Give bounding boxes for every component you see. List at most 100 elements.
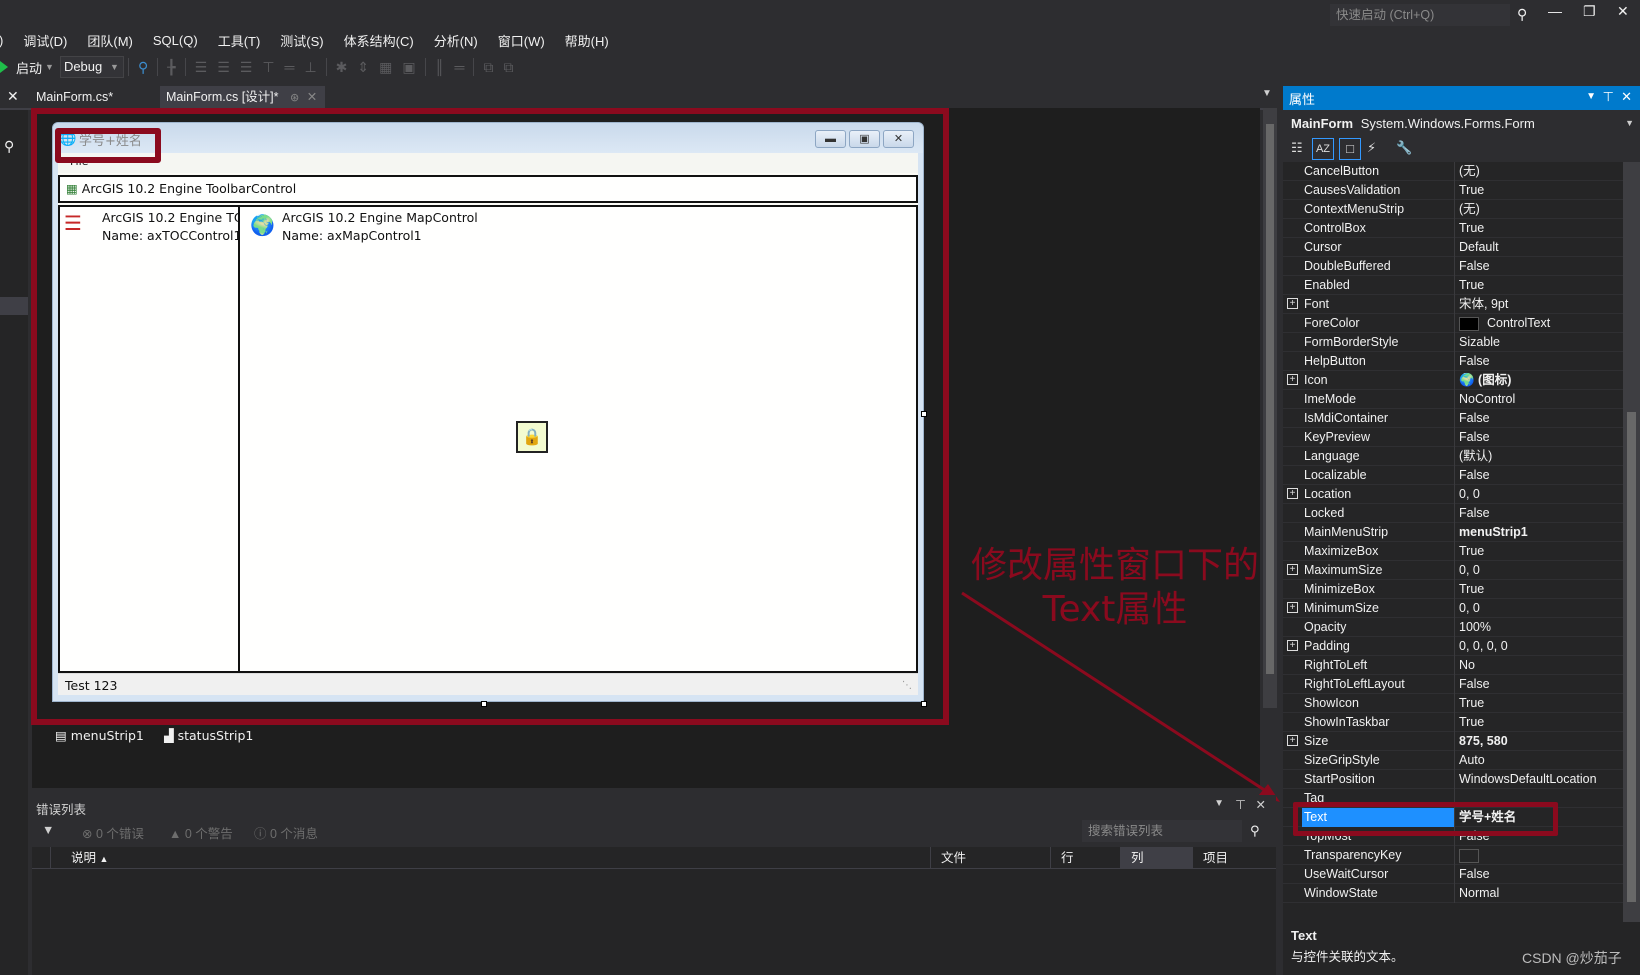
find-icon[interactable]: ⚲ [138,59,148,76]
property-value[interactable]: No [1457,656,1475,675]
size-to-grid-icon[interactable]: ▣ [402,59,415,76]
center-horizontally-icon[interactable]: ║ [435,59,445,75]
property-row-imemode[interactable]: ImeMode NoControl [1283,390,1623,409]
property-row-formborderstyle[interactable]: FormBorderStyle Sizable [1283,333,1623,352]
search-icon[interactable]: ⚲ [4,138,14,155]
property-row-ismdicontainer[interactable]: IsMdiContainer False [1283,409,1623,428]
menu-item[interactable]: 调试(D) [23,31,67,50]
property-value[interactable]: True [1457,713,1484,732]
error-search-input[interactable]: 搜索错误列表 [1082,820,1242,842]
column-file[interactable]: 文件 [930,847,1050,869]
property-value[interactable]: True [1457,542,1484,561]
panel-menu-icon[interactable]: ▼ [1586,91,1596,102]
align-middles-icon[interactable]: ═ [285,59,295,75]
property-value[interactable]: False [1457,409,1490,428]
property-row-showicon[interactable]: ShowIcon True [1283,694,1623,713]
menu-item[interactable]: (B) [0,33,3,48]
property-row-contextmenustrip[interactable]: ContextMenuStrip (无) [1283,200,1623,219]
property-value[interactable]: False [1457,865,1490,884]
expand-icon[interactable]: + [1287,374,1298,385]
property-row-forecolor[interactable]: ForeColor ControlText [1283,314,1623,333]
property-value[interactable] [1457,846,1487,865]
property-value[interactable]: False [1457,466,1490,485]
quick-launch-input[interactable]: 快速启动 (Ctrl+Q) [1330,4,1510,26]
property-value[interactable]: True [1457,276,1484,295]
property-value[interactable]: ControlText [1457,314,1550,333]
property-value[interactable]: WindowsDefaultLocation [1457,770,1597,789]
property-value[interactable]: False [1457,428,1490,447]
property-value[interactable]: False [1457,504,1490,523]
menu-item[interactable]: 分析(N) [434,31,478,50]
property-value[interactable]: False [1457,352,1490,371]
property-value[interactable]: menuStrip1 [1457,523,1528,542]
errors-filter-button[interactable]: ⊗ 0 个错误 [82,823,144,842]
property-value[interactable]: (无) [1457,162,1480,181]
property-row-startposition[interactable]: StartPosition WindowsDefaultLocation [1283,770,1623,789]
property-value[interactable]: False [1457,257,1490,276]
property-value[interactable]: False [1457,675,1490,694]
property-row-transparencykey[interactable]: TransparencyKey [1283,846,1623,865]
events-icon[interactable]: ⚡ [1367,140,1376,156]
property-row-showintaskbar[interactable]: ShowInTaskbar True [1283,713,1623,732]
column-column[interactable]: 列 [1120,847,1192,869]
properties-view-icon[interactable]: □ [1339,138,1361,160]
property-value[interactable]: 0, 0 [1457,599,1480,618]
alphabetical-icon[interactable]: AZ [1312,138,1334,160]
messages-filter-button[interactable]: ⓘ 0 个消息 [254,823,318,842]
align-bottoms-icon[interactable]: ⊥ [304,59,316,76]
property-value[interactable]: True [1457,580,1484,599]
property-value[interactable]: 100% [1457,618,1491,637]
panel-menu-icon[interactable]: ▼ [1214,798,1224,809]
menu-item[interactable]: 测试(S) [280,31,323,50]
property-row-righttoleft[interactable]: RightToLeft No [1283,656,1623,675]
property-value[interactable]: True [1457,181,1484,200]
property-row-doublebuffered[interactable]: DoubleBuffered False [1283,257,1623,276]
property-row-righttoleftlayout[interactable]: RightToLeftLayout False [1283,675,1623,694]
property-row-localizable[interactable]: Localizable False [1283,466,1623,485]
center-vertically-icon[interactable]: ═ [455,59,465,75]
property-row-locked[interactable]: Locked False [1283,504,1623,523]
pin-icon[interactable]: ⊛ [290,92,299,104]
bring-to-front-icon[interactable]: ⧉ [483,59,493,76]
align-tops-icon[interactable]: ⊤ [262,59,274,76]
property-value[interactable]: 🌍 (图标) [1457,371,1511,390]
property-value[interactable]: (默认) [1457,447,1492,466]
make-same-width-icon[interactable]: ✱ [336,59,348,76]
tray-statusstrip[interactable]: ▟ statusStrip1 [164,728,253,743]
property-row-minimizebox[interactable]: MinimizeBox True [1283,580,1623,599]
menu-item[interactable]: 工具(T) [218,31,261,50]
property-row-enabled[interactable]: Enabled True [1283,276,1623,295]
property-value[interactable]: Default [1457,238,1499,257]
property-row-location[interactable]: + Location 0, 0 [1283,485,1623,504]
property-row-padding[interactable]: + Padding 0, 0, 0, 0 [1283,637,1623,656]
expand-icon[interactable]: + [1287,602,1298,613]
property-value[interactable]: Auto [1457,751,1485,770]
filter-icon[interactable]: ▼ [42,823,54,837]
property-row-cursor[interactable]: Cursor Default [1283,238,1623,257]
expand-icon[interactable]: + [1287,488,1298,499]
close-icon[interactable]: ✕ [1621,89,1632,105]
close-icon[interactable]: ✕ [7,88,19,105]
start-button[interactable]: 启动 [16,58,42,77]
property-row-usewaitcursor[interactable]: UseWaitCursor False [1283,865,1623,884]
property-row-helpbutton[interactable]: HelpButton False [1283,352,1623,371]
property-row-maximumsize[interactable]: + MaximumSize 0, 0 [1283,561,1623,580]
menu-item[interactable]: 窗口(W) [498,31,545,50]
property-value[interactable]: 0, 0 [1457,485,1480,504]
pin-icon[interactable]: ⊤ [1235,797,1246,812]
expand-icon[interactable]: + [1287,735,1298,746]
tab-mainform-design[interactable]: MainForm.cs [设计]* ⊛ ✕ [160,86,325,108]
tray-menustrip[interactable]: ▤ menuStrip1 [55,728,144,743]
property-value[interactable]: 0, 0 [1457,561,1480,580]
make-same-height-icon[interactable]: ⇕ [357,59,369,76]
property-value[interactable]: 宋体, 9pt [1457,295,1508,314]
warnings-filter-button[interactable]: ▲ 0 个警告 [169,823,233,842]
close-tab-icon[interactable]: ✕ [307,90,317,104]
left-panel-selected-item[interactable] [0,297,28,315]
make-same-size-icon[interactable]: ▦ [379,59,392,76]
pin-icon[interactable]: ⊤ [1603,89,1614,105]
property-row-mainmenustrip[interactable]: MainMenuStrip menuStrip1 [1283,523,1623,542]
property-value[interactable]: True [1457,694,1484,713]
column-project[interactable]: 项目 [1192,847,1276,869]
expand-icon[interactable]: + [1287,640,1298,651]
